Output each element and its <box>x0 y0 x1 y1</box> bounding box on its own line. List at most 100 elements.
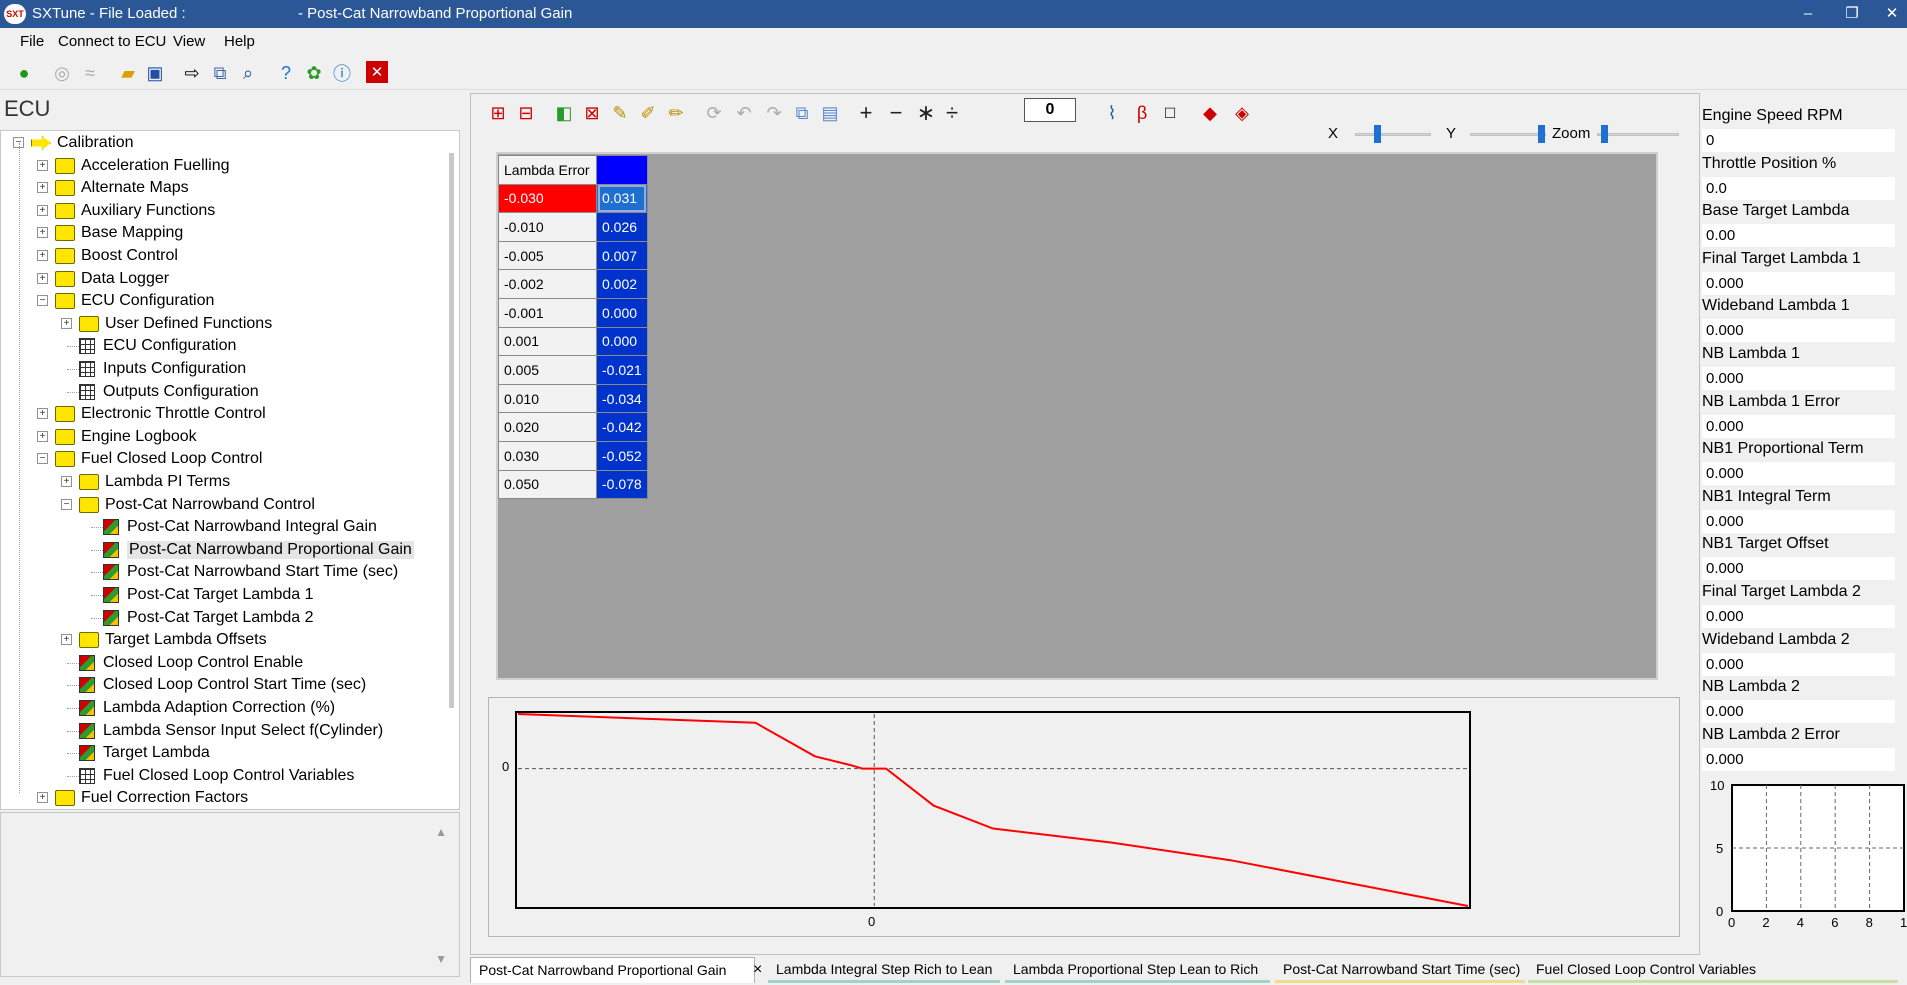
tree-item[interactable]: Closed Loop Control Enable <box>79 652 303 674</box>
tree-item[interactable]: Alternate Maps <box>55 177 189 199</box>
axis-cell[interactable]: -0.005 <box>498 240 597 271</box>
menu-connect[interactable]: Connect to ECU <box>58 33 166 50</box>
open-file-icon[interactable]: ▰ <box>116 61 140 85</box>
menu-view[interactable]: View <box>173 33 205 50</box>
slider-x-track[interactable] <box>1355 133 1431 136</box>
tree-item[interactable]: ECU Configuration <box>79 335 236 357</box>
tree-expander[interactable]: + <box>37 430 48 442</box>
value-cell[interactable]: 0.031 <box>596 183 648 214</box>
edit-multi-icon[interactable]: ✐ <box>636 101 660 125</box>
value-cell[interactable]: 0.002 <box>596 269 648 299</box>
tree-item[interactable]: Fuel Closed Loop Control <box>55 448 262 470</box>
tree-expander[interactable]: + <box>37 272 48 284</box>
tree-item[interactable]: Post-Cat Narrowband Integral Gain <box>103 516 377 538</box>
axis-cell[interactable]: 0.005 <box>498 355 597 385</box>
menu-file[interactable]: File <box>20 33 44 50</box>
tree-expander[interactable]: + <box>61 317 72 329</box>
insert-column-icon[interactable]: ◧ <box>552 101 576 125</box>
tree-item[interactable]: Closed Loop Control Start Time (sec) <box>79 674 366 696</box>
tree-item[interactable]: Acceleration Fuelling <box>55 155 230 177</box>
tree-item[interactable]: Fuel Closed Loop Control Variables <box>79 765 354 787</box>
cube-export-icon[interactable]: ◆ <box>1198 101 1222 125</box>
close-window-button[interactable]: ✕ <box>1874 2 1907 26</box>
search-icon[interactable]: ⌕ <box>236 61 260 85</box>
tree-expander[interactable]: + <box>61 476 72 487</box>
value-cell[interactable]: 0.007 <box>596 240 648 271</box>
tree-item[interactable]: Post-Cat Target Lambda 2 <box>103 607 313 629</box>
axis-cell[interactable]: -0.010 <box>498 212 597 242</box>
axis-cell[interactable]: -0.001 <box>498 297 597 328</box>
tree-item[interactable]: Post-Cat Narrowband Start Time (sec) <box>103 561 398 583</box>
disconnect-icon[interactable]: ◎ <box>50 61 74 85</box>
graph-view-icon[interactable]: ⌇ <box>1100 101 1124 125</box>
help-icon[interactable]: ? <box>274 61 298 85</box>
tree-expander[interactable]: − <box>61 498 72 510</box>
delete-row-icon[interactable]: ⊟ <box>514 101 538 125</box>
tab-close-icon[interactable]: × <box>753 961 762 979</box>
tree-item[interactable]: Base Mapping <box>55 222 183 244</box>
save-icon[interactable]: ▣ <box>143 61 167 85</box>
axis-cell[interactable]: 0.020 <box>498 412 597 442</box>
connect-icon[interactable]: ● <box>12 61 36 85</box>
restore-button[interactable]: ❐ <box>1834 2 1870 26</box>
exit-icon[interactable]: ✕ <box>366 61 388 83</box>
paste-icon[interactable]: ▤ <box>818 101 842 125</box>
ecu-tree[interactable]: − Calibration + Acceleration Fuelling + Alter… <box>0 130 460 810</box>
tree-expander[interactable]: + <box>37 408 48 420</box>
subtract-op-button[interactable]: − <box>884 100 908 125</box>
tree-item[interactable]: Post-Cat Narrowband Control <box>79 494 315 516</box>
tree-item[interactable]: Lambda Sensor Input Select f(Cylinder) <box>79 720 383 742</box>
tree-expander[interactable]: + <box>37 182 48 194</box>
value-cell[interactable]: -0.078 <box>596 469 648 500</box>
value-cell[interactable]: -0.042 <box>596 412 648 442</box>
tree-item[interactable]: User Defined Functions <box>79 313 272 335</box>
menu-help[interactable]: Help <box>224 33 255 50</box>
tree-expander[interactable]: + <box>37 159 48 171</box>
operation-value-input[interactable]: 0 <box>1024 98 1076 122</box>
tab-3[interactable]: Post-Cat Narrowband Start Time (sec) <box>1275 957 1525 983</box>
value-cell[interactable]: -0.021 <box>596 355 648 385</box>
edit-icon[interactable]: ✎ <box>608 101 632 125</box>
log-chart-icon[interactable]: ≈ <box>78 61 102 85</box>
value-cell[interactable]: 0.000 <box>596 297 648 328</box>
tree-item[interactable]: ECU Configuration <box>55 290 214 312</box>
tree-expander[interactable]: + <box>61 634 72 646</box>
multiply-op-button[interactable]: ∗ <box>914 100 938 125</box>
tree-item[interactable]: Boost Control <box>55 245 178 267</box>
value-cell[interactable]: 0.026 <box>596 212 648 242</box>
goto-icon[interactable]: ⇨ <box>180 61 204 85</box>
tree-item[interactable]: Lambda PI Terms <box>79 471 230 493</box>
scroll-down-icon[interactable]: ▼ <box>435 952 447 966</box>
info-icon[interactable]: ⓘ <box>330 61 354 85</box>
axis-cell[interactable]: 0.001 <box>498 326 597 357</box>
add-op-button[interactable]: + <box>854 100 878 125</box>
tab-1[interactable]: Lambda Integral Step Rich to Lean <box>768 957 1000 983</box>
copy-cells-icon[interactable]: ⧉ <box>790 101 814 125</box>
tree-scrollbar[interactable] <box>449 153 454 708</box>
tree-expander[interactable]: + <box>37 204 48 216</box>
tree-item[interactable]: Electronic Throttle Control <box>55 403 266 425</box>
tree-item[interactable]: Fuel Correction Factors <box>55 787 248 809</box>
tree-item[interactable]: Post-Cat Target Lambda 1 <box>103 584 313 606</box>
tree-item[interactable]: Inputs Configuration <box>79 358 246 380</box>
graph-toggle-icon[interactable]: β <box>1130 101 1154 125</box>
slider-y-thumb[interactable] <box>1538 125 1545 143</box>
axis-cell[interactable]: 0.030 <box>498 440 597 471</box>
slider-zoom-thumb[interactable] <box>1601 125 1608 143</box>
tree-expander[interactable]: + <box>37 250 48 261</box>
tab-0[interactable]: Post-Cat Narrowband Proportional Gain <box>470 957 755 983</box>
tab-2[interactable]: Lambda Proportional Step Lean to Rich <box>1005 957 1270 983</box>
scroll-up-icon[interactable]: ▲ <box>435 825 447 839</box>
eraser-icon[interactable]: ✏ <box>664 101 688 125</box>
slider-x-thumb[interactable] <box>1374 125 1381 143</box>
divide-op-button[interactable]: ÷ <box>940 100 964 125</box>
axis-cell[interactable]: -0.030 <box>498 183 597 214</box>
slider-zoom-track[interactable] <box>1597 133 1679 136</box>
undo-icon[interactable]: ↶ <box>732 101 756 125</box>
tree-expander[interactable]: − <box>37 453 48 465</box>
refresh-icon[interactable]: ✿ <box>302 61 326 85</box>
value-cell[interactable]: -0.034 <box>596 383 648 414</box>
reload-icon[interactable]: ⟳ <box>702 101 726 125</box>
tree-item[interactable]: Calibration <box>31 132 133 154</box>
tree-item[interactable]: Target Lambda Offsets <box>79 629 267 651</box>
